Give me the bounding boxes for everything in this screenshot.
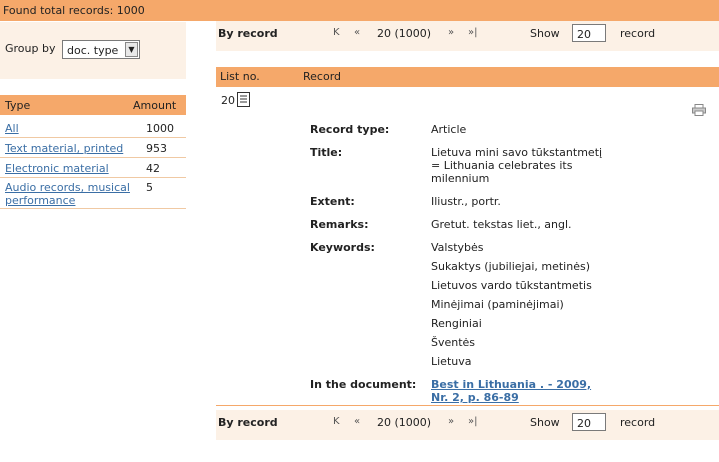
records-per-page-input[interactable]: 20 xyxy=(572,24,606,42)
document-icon[interactable] xyxy=(237,92,250,110)
extent-label: Extent: xyxy=(310,195,355,208)
records-per-page-value: 20 xyxy=(577,28,591,41)
type-amount: 953 xyxy=(146,142,167,155)
record-type-value: Article xyxy=(431,123,467,136)
group-by-panel: Group by doc. type ▼ xyxy=(0,22,186,79)
list-no-header: List no. xyxy=(220,70,260,83)
title-line: Lietuva mini savo tūkstantmetį xyxy=(431,146,603,159)
print-icon[interactable] xyxy=(692,104,706,119)
found-total-text: Found total records: 1000 xyxy=(3,4,145,17)
keyword-item: Lietuva xyxy=(431,355,472,368)
group-by-value: doc. type xyxy=(67,44,119,57)
by-record-label: By record xyxy=(218,27,278,40)
record-label: record xyxy=(620,27,656,40)
type-link-audio-line2[interactable]: performance xyxy=(5,194,75,207)
records-per-page-value: 20 xyxy=(577,417,591,430)
record-navigation-top: By record K « 20 (1000) » »| Show 20 rec… xyxy=(216,21,719,51)
last-page-icon[interactable]: »| xyxy=(468,27,478,38)
record-type-label: Record type: xyxy=(310,123,390,136)
type-link-all[interactable]: All xyxy=(5,122,19,135)
in-document-link-line2[interactable]: Nr. 2, p. 86-89 xyxy=(431,391,519,404)
type-amount: 42 xyxy=(146,162,160,175)
keywords-label: Keywords: xyxy=(310,241,375,254)
amount-column-header: Amount xyxy=(133,99,177,112)
page-indicator: 20 (1000) xyxy=(377,27,432,40)
results-summary-bar: Found total records: 1000 xyxy=(0,0,719,21)
type-row: Electronic material 42 xyxy=(0,158,186,178)
group-by-select[interactable]: doc. type ▼ xyxy=(62,40,140,59)
chevron-down-icon[interactable]: ▼ xyxy=(125,42,138,57)
prev-page-icon[interactable]: « xyxy=(354,416,360,427)
keyword-item: Renginiai xyxy=(431,317,482,330)
records-per-page-input[interactable]: 20 xyxy=(572,413,606,431)
keyword-item: Valstybės xyxy=(431,241,484,254)
title-line: = Lithuania celebrates its xyxy=(431,159,573,172)
first-page-icon[interactable]: K xyxy=(333,27,340,38)
next-page-icon[interactable]: » xyxy=(448,27,454,38)
type-link-electronic[interactable]: Electronic material xyxy=(5,162,109,175)
record-navigation-bottom: By record K « 20 (1000) » »| Show 20 rec… xyxy=(216,410,719,440)
type-amount: 1000 xyxy=(146,122,174,135)
extent-value: Iliustr., portr. xyxy=(431,195,501,208)
record-table-header: List no. Record xyxy=(216,67,719,87)
divider xyxy=(216,405,719,406)
last-page-icon[interactable]: »| xyxy=(468,416,478,427)
type-link-text-printed[interactable]: Text material, printed xyxy=(5,142,123,155)
keyword-item: Lietuvos vardo tūkstantmetis xyxy=(431,279,592,292)
type-row: Audio records, musical performance 5 xyxy=(0,178,186,209)
type-column-header: Type xyxy=(5,99,31,112)
record-number: 20 xyxy=(221,94,235,107)
next-page-icon[interactable]: » xyxy=(448,416,454,427)
by-record-label: By record xyxy=(218,416,278,429)
prev-page-icon[interactable]: « xyxy=(354,27,360,38)
page-indicator: 20 (1000) xyxy=(377,416,432,429)
keyword-item: Sukaktys (jubiliejai, metinės) xyxy=(431,260,590,273)
remarks-value: Gretut. tekstas liet., angl. xyxy=(431,218,572,231)
title-line: milennium xyxy=(431,172,490,185)
in-document-label: In the document: xyxy=(310,378,417,391)
type-table-header: Type Amount xyxy=(0,95,186,115)
record-label: record xyxy=(620,416,656,429)
keyword-item: Šventės xyxy=(431,336,476,349)
type-amount: 5 xyxy=(146,181,153,194)
record-header: Record xyxy=(303,70,342,83)
show-label: Show xyxy=(530,416,560,429)
remarks-label: Remarks: xyxy=(310,218,369,231)
type-link-audio[interactable]: Audio records, musical xyxy=(5,181,130,194)
type-row: Text material, printed 953 xyxy=(0,138,186,158)
group-by-label: Group by xyxy=(5,42,56,55)
type-row: All 1000 xyxy=(0,118,186,138)
first-page-icon[interactable]: K xyxy=(333,416,340,427)
in-document-link[interactable]: Best in Lithuania . - 2009, xyxy=(431,378,591,391)
keyword-item: Minėjimai (paminėjimai) xyxy=(431,298,564,311)
show-label: Show xyxy=(530,27,560,40)
title-label: Title: xyxy=(310,146,343,159)
